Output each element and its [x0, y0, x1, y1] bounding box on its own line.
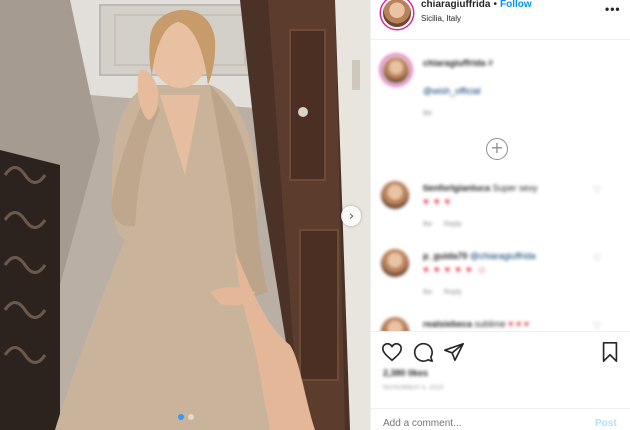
caption-time: 8w	[423, 110, 432, 117]
post-photo[interactable]: ›	[0, 0, 370, 430]
comment-text: tienforlgianluca Super sexy	[423, 183, 538, 193]
carousel-dot	[188, 414, 194, 420]
post-side-panel: chiaragiuffrida • Follow Sicilia, Italy ••…	[370, 0, 630, 430]
comment-emoji: ♥ ♥ ♥	[423, 197, 452, 208]
comment-item: p_guida70 @chiaragiuffrida ♥ ♥ ♥ ♥ ♥ ☺ 8…	[371, 249, 630, 311]
post-header: chiaragiuffrida • Follow Sicilia, Italy ••…	[371, 0, 630, 40]
location-link[interactable]: Sicilia, Italy	[421, 14, 461, 23]
comment-username[interactable]: p_guida70	[423, 251, 468, 261]
heart-icon[interactable]: ♡	[593, 185, 602, 196]
comment-item: tienforlgianluca Super sexy ♥ ♥ ♥ 8w Rep…	[371, 181, 630, 243]
carousel-indicator	[178, 414, 194, 420]
author-line: chiaragiuffrida • Follow	[421, 0, 532, 10]
next-image-button[interactable]: ›	[341, 206, 361, 226]
comment-avatar[interactable]	[381, 249, 409, 277]
action-bar: 2,380 likes NOVEMBER 5, 2020	[371, 331, 630, 391]
caption-hashtag[interactable]: #	[488, 58, 493, 68]
post-comment-button[interactable]: Post	[595, 418, 617, 429]
load-more-comments-button[interactable]: +	[486, 138, 508, 160]
comment-username[interactable]: tienforlgianluca	[423, 183, 490, 193]
comment-avatar[interactable]	[381, 317, 409, 331]
caption-avatar[interactable]	[381, 55, 411, 85]
comment-emoji: ♥ ♥ ♥ ♥ ♥ ☺	[423, 265, 488, 276]
reply-button[interactable]: Reply	[444, 221, 462, 228]
comment-time: 8w	[423, 289, 432, 296]
caption-text: chiaragiuffrida #	[423, 58, 493, 68]
comments-list[interactable]: chiaragiuffrida # @wish_official 8w + ti…	[371, 41, 630, 331]
bookmark-icon[interactable]	[599, 341, 621, 363]
comment-time: 8w	[423, 221, 432, 228]
comment-text: p_guida70 @chiaragiuffrida	[423, 251, 536, 261]
more-options-icon[interactable]: •••	[605, 2, 621, 16]
comment-input[interactable]	[383, 418, 563, 429]
carousel-dot	[178, 414, 184, 420]
comment-item: realsiebeca sublime ♥ ♥ ♥ ♡	[371, 317, 630, 331]
reply-button[interactable]: Reply	[444, 289, 462, 296]
comment-meta: 8w Reply	[423, 289, 472, 296]
comment-emoji: ♥ ♥ ♥	[508, 319, 530, 329]
comment-meta: 8w Reply	[423, 221, 472, 228]
comment-username[interactable]: realsiebeca	[423, 319, 472, 329]
separator-dot: •	[493, 0, 497, 10]
heart-icon[interactable]: ♡	[593, 321, 602, 331]
avatar[interactable]	[381, 0, 413, 29]
author-username[interactable]: chiaragiuffrida	[421, 0, 490, 10]
caption-mention[interactable]: @wish_official	[423, 86, 481, 96]
photo-scene	[0, 0, 370, 430]
caption-username[interactable]: chiaragiuffrida	[423, 58, 486, 68]
comment-avatar[interactable]	[381, 181, 409, 209]
chevron-right-icon: ›	[348, 208, 355, 224]
add-comment-bar: Post	[371, 408, 630, 430]
comment-body: sublime	[474, 319, 506, 329]
heart-outline-icon[interactable]	[381, 341, 403, 363]
comment-bubble-icon[interactable]	[412, 341, 434, 363]
comment-mention[interactable]: @chiaragiuffrida	[470, 251, 536, 261]
comment-body: Super sexy	[492, 183, 538, 193]
heart-icon[interactable]: ♡	[593, 253, 602, 264]
paper-plane-icon[interactable]	[443, 341, 465, 363]
follow-button[interactable]: Follow	[500, 0, 532, 10]
likes-count[interactable]: 2,380 likes	[383, 368, 428, 378]
comment-text: realsiebeca sublime ♥ ♥ ♥	[423, 319, 529, 329]
post-date: NOVEMBER 5, 2020	[383, 385, 444, 391]
